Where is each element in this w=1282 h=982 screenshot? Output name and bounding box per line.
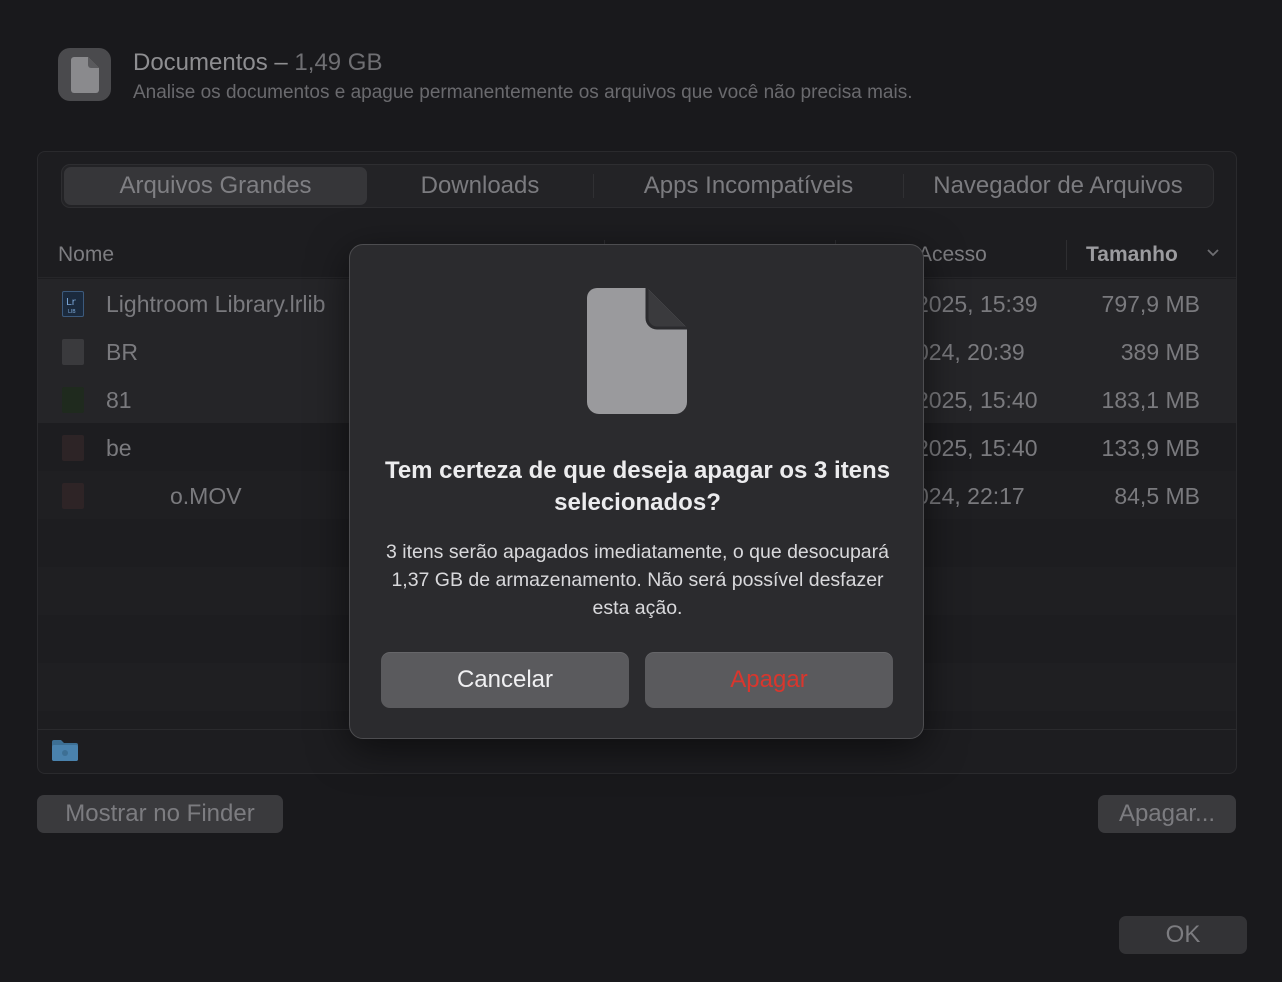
category-description: Analise os documentos e apague permanent… bbox=[133, 82, 913, 103]
tab-file-browser[interactable]: Navegador de Arquivos bbox=[904, 167, 1212, 205]
tab-large-files[interactable]: Arquivos Grandes bbox=[64, 167, 367, 205]
svg-text:Lr: Lr bbox=[66, 297, 77, 308]
lightroom-library-icon: Lr LIB bbox=[62, 291, 84, 317]
cancel-button[interactable]: Cancelar bbox=[381, 652, 629, 708]
confirm-delete-button[interactable]: Apagar bbox=[645, 652, 893, 708]
video-thumbnail-icon bbox=[62, 435, 84, 461]
file-thumbnail-icon bbox=[62, 339, 84, 365]
tab-bar: Arquivos Grandes Downloads Apps Incompat… bbox=[61, 164, 1214, 208]
document-icon bbox=[587, 288, 687, 414]
delete-files-button[interactable]: Apagar... bbox=[1098, 795, 1236, 833]
document-icon bbox=[58, 48, 111, 101]
delete-confirmation-dialog: Tem certeza de que deseja apagar os 3 it… bbox=[349, 244, 924, 739]
category-title: Documentos – 1,49 GB bbox=[133, 49, 383, 76]
video-thumbnail-icon bbox=[62, 483, 84, 509]
ok-button[interactable]: OK bbox=[1119, 916, 1247, 954]
video-thumbnail-icon bbox=[62, 387, 84, 413]
column-size[interactable]: Tamanho bbox=[1086, 243, 1178, 267]
show-in-finder-button[interactable]: Mostrar no Finder bbox=[37, 795, 283, 833]
category-header: Documentos – 1,49 GB Analise os document… bbox=[58, 48, 912, 104]
category-size: 1,49 GB bbox=[294, 49, 383, 76]
chevron-down-icon[interactable] bbox=[1206, 240, 1220, 264]
dialog-title: Tem certeza de que deseja apagar os 3 it… bbox=[384, 457, 891, 516]
column-access[interactable]: Acesso bbox=[918, 243, 987, 267]
folder-icon[interactable] bbox=[51, 738, 79, 762]
column-name[interactable]: Nome bbox=[58, 243, 114, 267]
tab-downloads[interactable]: Downloads bbox=[367, 167, 593, 205]
dialog-message: 3 itens serão apagados imediatamente, o … bbox=[385, 541, 889, 619]
svg-text:LIB: LIB bbox=[68, 309, 76, 315]
tab-incompatible-apps[interactable]: Apps Incompatíveis bbox=[594, 167, 903, 205]
column-divider bbox=[1066, 240, 1067, 270]
